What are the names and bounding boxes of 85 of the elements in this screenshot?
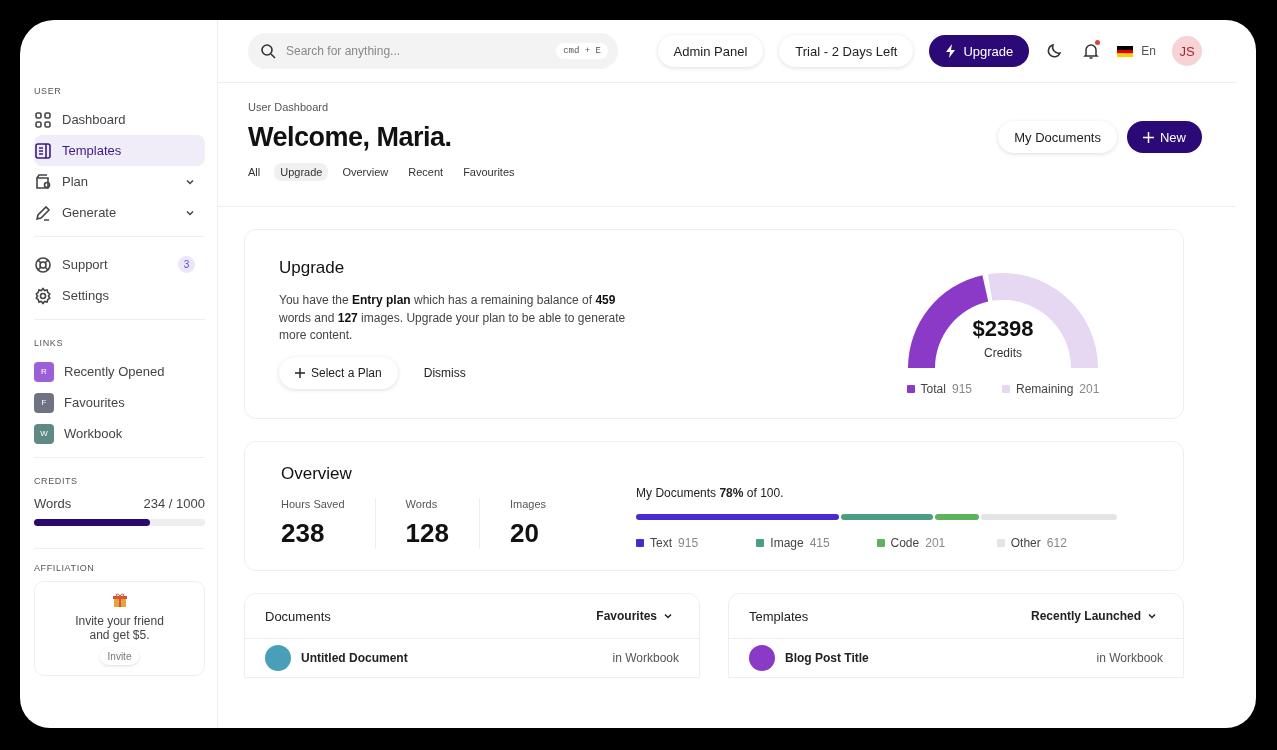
select-plan-button[interactable]: Select a Plan: [279, 356, 398, 389]
stat-label: Hours Saved: [281, 498, 345, 510]
sidebar-item[interactable]: Templates: [34, 135, 205, 166]
sidebar-link[interactable]: F Favourites: [34, 387, 205, 418]
document-icon: [34, 141, 52, 160]
notification-bell-icon[interactable]: [1081, 41, 1102, 61]
legend-label: Code: [890, 536, 920, 550]
new-button[interactable]: New: [1127, 121, 1202, 153]
sidebar-item[interactable]: Settings: [34, 280, 205, 311]
plus-icon: [295, 367, 305, 378]
letter-badge: R: [34, 361, 54, 382]
invite-text: Invite your friend and get $5.: [74, 614, 165, 642]
flag-icon: [1117, 45, 1134, 57]
tab[interactable]: Overview: [342, 163, 389, 181]
chevron-down-icon: [1147, 611, 1157, 621]
legend-label: Text: [650, 536, 673, 550]
sidebar-item[interactable]: Support 3: [34, 249, 205, 280]
card-title: Upgrade: [279, 258, 346, 278]
legend-label: Other: [1010, 536, 1041, 550]
settings-icon: [34, 286, 52, 305]
legend-value: 201: [925, 536, 946, 550]
credits-amount: $2398: [972, 316, 1034, 342]
card-title: Overview: [281, 464, 353, 484]
trial-button[interactable]: Trial - 2 Days Left: [779, 35, 914, 67]
user-avatar[interactable]: JS: [1172, 36, 1202, 66]
legend-value: 915: [678, 536, 699, 550]
filter-dropdown[interactable]: Recently Launched: [1024, 608, 1163, 624]
letter-badge: W: [34, 423, 54, 444]
legend-label: Remaining: [1016, 382, 1074, 396]
tab[interactable]: All: [248, 163, 261, 181]
legend-value: 201: [1079, 382, 1100, 396]
invite-button[interactable]: Invite: [99, 648, 140, 665]
shortcut-hint: cmd + E: [556, 43, 608, 59]
stat-value: 128: [405, 518, 449, 549]
credits-reading: 234 / 1000: [143, 496, 205, 511]
search-bar[interactable]: Search for anything... cmd + E: [248, 33, 618, 69]
dismiss-button[interactable]: Dismiss: [417, 364, 472, 381]
legend-value: 415: [809, 536, 830, 550]
section-heading: USER: [34, 86, 62, 96]
section-heading: CREDITS: [34, 476, 78, 486]
my-documents-button[interactable]: My Documents: [998, 121, 1117, 153]
lifebuoy-icon: [34, 255, 52, 274]
gift-icon: [111, 592, 128, 608]
pen-icon: [34, 203, 52, 222]
upgrade-button[interactable]: Upgrade: [929, 35, 1030, 67]
count-badge: 3: [178, 256, 195, 273]
breadcrumb: User Dashboard: [248, 101, 330, 113]
section-heading: LINKS: [34, 338, 63, 348]
sidebar-link[interactable]: W Workbook: [34, 418, 205, 449]
credits-caption: Credits: [984, 346, 1022, 360]
stat-value: 20: [510, 518, 540, 549]
letter-badge: F: [34, 392, 54, 413]
section-heading: AFFILIATION: [34, 563, 95, 573]
search-field[interactable]: Search for anything...: [284, 43, 549, 59]
panel-title: Templates: [749, 608, 809, 624]
usage-text: My Documents 78% of 100.: [636, 486, 785, 500]
sidebar-item[interactable]: Dashboard: [34, 104, 205, 135]
page-title: Welcome, Maria.: [248, 121, 453, 153]
lightning-icon: [945, 44, 958, 58]
legend-label: Image: [770, 536, 804, 550]
legend-value: 915: [951, 382, 972, 396]
tab[interactable]: Recent: [408, 163, 444, 181]
plan-description: You have the Entry plan which has a remaining balance of 459 words and 127 images. Upgrade your plan to be able to generate more content.: [279, 292, 627, 344]
stat-label: Images: [510, 498, 547, 510]
wallet-icon: [34, 172, 52, 191]
list-row[interactable]: Untitled Document in Workbook: [245, 639, 699, 677]
language-label[interactable]: En: [1141, 44, 1156, 58]
legend-value: 612: [1046, 536, 1067, 550]
list-row[interactable]: Blog Post Title in Workbook: [729, 639, 1183, 677]
panel-title: Documents: [265, 608, 331, 624]
sidebar-item[interactable]: Generate: [34, 197, 205, 228]
legend-label: Total: [920, 382, 946, 396]
tab[interactable]: Upgrade: [274, 163, 329, 181]
tab[interactable]: Favourites: [463, 163, 515, 181]
filter-dropdown[interactable]: Favourites: [590, 608, 679, 624]
plus-icon: [1143, 131, 1154, 143]
chevron-down-icon: [663, 611, 673, 621]
sidebar-item[interactable]: Plan: [34, 166, 205, 197]
admin-panel-button[interactable]: Admin Panel: [657, 35, 764, 67]
stat-label: Words: [405, 498, 439, 510]
grid-icon: [34, 110, 52, 129]
sidebar-link[interactable]: R Recently Opened: [34, 356, 205, 387]
credits-label: Words: [34, 496, 72, 511]
stat-value: 238: [281, 518, 326, 549]
search-icon: [260, 43, 276, 59]
